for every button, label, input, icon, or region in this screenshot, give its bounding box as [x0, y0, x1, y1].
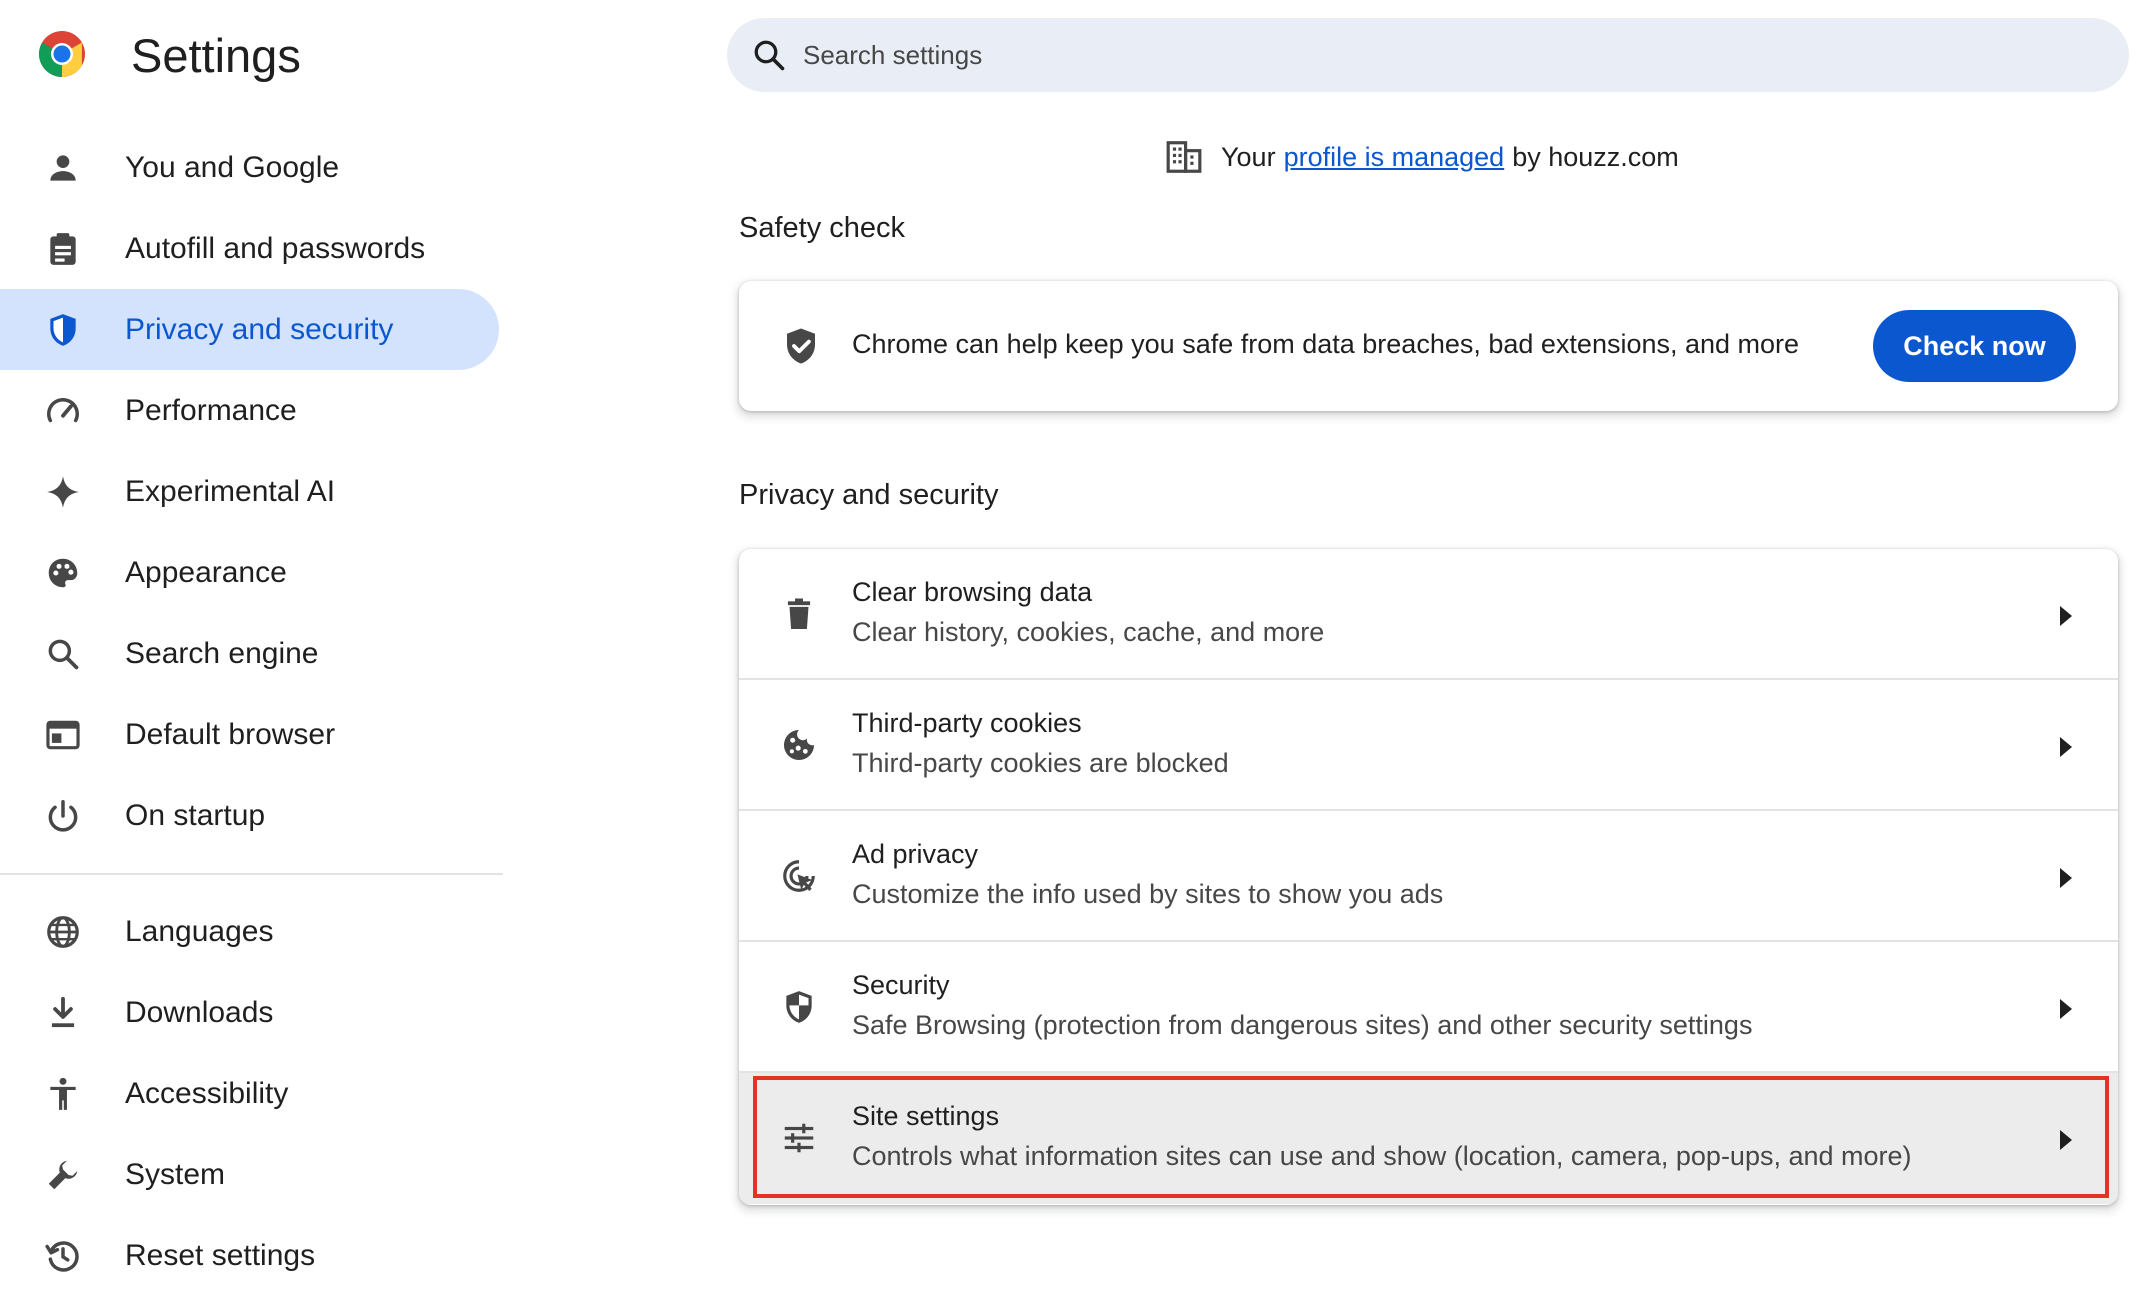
safety-check-text: Chrome can help keep you safe from data …	[852, 329, 1800, 359]
chrome-logo-icon	[39, 31, 85, 77]
trash-icon	[787, 598, 811, 630]
row-title: Third-party cookies	[852, 708, 1082, 738]
row-subtitle: Customize the info used by sites to show…	[852, 879, 1444, 909]
managed-prefix: Your	[1221, 141, 1276, 172]
cookie-icon	[783, 729, 815, 761]
profile-managed-link[interactable]: profile is managed	[1284, 142, 1505, 173]
chevron-right-icon	[2060, 606, 2072, 626]
row-site-settings[interactable]: Site settings Controls what information …	[739, 1073, 2118, 1204]
sidebar-item-experimental-ai[interactable]: Experimental AI	[0, 451, 499, 532]
search-input[interactable]	[801, 38, 2005, 72]
globe-icon	[47, 916, 79, 948]
search-icon	[48, 639, 79, 670]
row-subtitle: Safe Browsing (protection from dangerous…	[852, 1010, 1753, 1040]
speedometer-icon	[47, 398, 79, 423]
chevron-right-icon	[2060, 1130, 2072, 1150]
download-icon	[51, 996, 75, 1028]
history-icon	[45, 1241, 79, 1272]
power-icon	[48, 800, 78, 832]
security-shield-icon	[786, 991, 812, 1023]
sidebar-item-label: You and Google	[125, 150, 340, 184]
sidebar-item-privacy-and-security[interactable]: Privacy and security	[0, 289, 499, 370]
sidebar-item-default-browser[interactable]: Default browser	[0, 694, 499, 775]
clipboard-icon	[50, 233, 76, 265]
sidebar-item-languages[interactable]: Languages	[0, 891, 499, 972]
managed-notice: Your profile is managed by houzz.com	[1165, 138, 1679, 176]
chevron-right-icon	[2060, 737, 2072, 757]
sidebar-item-autofill[interactable]: Autofill and passwords	[0, 208, 499, 289]
sidebar-item-accessibility[interactable]: Accessibility	[0, 1053, 499, 1134]
accessibility-icon	[50, 1077, 76, 1110]
sidebar-item-label: Experimental AI	[125, 474, 336, 508]
sidebar-item-label: System	[125, 1157, 226, 1191]
row-subtitle: Third-party cookies are blocked	[852, 748, 1229, 778]
palette-icon	[48, 558, 78, 588]
sidebar-item-label: Performance	[125, 393, 297, 427]
sidebar-item-on-startup[interactable]: On startup	[0, 775, 499, 856]
sidebar-item-downloads[interactable]: Downloads	[0, 972, 499, 1053]
safety-check-heading: Safety check	[739, 212, 906, 244]
sidebar-item-performance[interactable]: Performance	[0, 370, 499, 451]
chevron-right-icon	[2060, 868, 2072, 888]
row-ad-privacy[interactable]: Ad privacy Customize the info used by si…	[739, 811, 2118, 942]
sidebar-item-label: Privacy and security	[125, 312, 394, 346]
app-title: Settings	[131, 29, 301, 82]
sliders-icon	[784, 1123, 814, 1153]
sidebar-item-label: Accessibility	[125, 1076, 289, 1110]
sidebar-item-label: Reset settings	[125, 1238, 316, 1272]
shield-icon	[50, 314, 76, 346]
managed-suffix: by houzz.com	[1512, 141, 1679, 172]
building-icon	[1166, 141, 1202, 173]
wrench-icon	[48, 1160, 78, 1190]
privacy-section-heading: Privacy and security	[739, 479, 999, 511]
row-subtitle: Controls what information sites can use …	[852, 1141, 1912, 1171]
sidebar-item-label: Search engine	[125, 636, 319, 670]
chevron-right-icon	[2060, 999, 2072, 1019]
row-third-party-cookies[interactable]: Third-party cookies Third-party cookies …	[739, 680, 2118, 811]
sidebar-item-label: Autofill and passwords	[125, 231, 426, 265]
sidebar-item-system[interactable]: System	[0, 1134, 499, 1215]
person-icon	[50, 155, 76, 181]
sidebar-item-reset-settings[interactable]: Reset settings	[0, 1215, 499, 1296]
row-title: Clear browsing data	[852, 577, 1093, 607]
search-bar[interactable]	[727, 18, 2129, 92]
sparkle-icon	[47, 476, 79, 508]
check-now-button[interactable]: Check now	[1873, 310, 2076, 382]
sidebar-divider	[0, 873, 503, 875]
safety-check-card: Chrome can help keep you safe from data …	[739, 281, 2118, 411]
row-clear-browsing-data[interactable]: Clear browsing data Clear history, cooki…	[739, 549, 2118, 680]
row-title: Ad privacy	[852, 839, 979, 869]
search-icon	[754, 40, 785, 71]
privacy-card: Clear browsing data Clear history, cooki…	[739, 549, 2118, 1205]
row-security[interactable]: Security Safe Browsing (protection from …	[739, 942, 2118, 1073]
sidebar-item-you-and-google[interactable]: You and Google	[0, 127, 499, 208]
shield-check-icon	[787, 328, 815, 364]
sidebar-item-label: Languages	[125, 914, 274, 948]
row-subtitle: Clear history, cookies, cache, and more	[852, 617, 1325, 647]
sidebar-item-label: Appearance	[125, 555, 287, 589]
row-title: Site settings	[852, 1101, 1000, 1131]
sidebar-item-appearance[interactable]: Appearance	[0, 532, 499, 613]
row-title: Security	[852, 970, 950, 1000]
sidebar-item-label: Downloads	[125, 995, 274, 1029]
sidebar-item-label: Default browser	[125, 717, 336, 751]
sidebar-item-label: On startup	[125, 798, 266, 832]
browser-window-icon	[46, 720, 80, 750]
ad-privacy-icon	[783, 860, 815, 892]
sidebar-item-search-engine[interactable]: Search engine	[0, 613, 499, 694]
